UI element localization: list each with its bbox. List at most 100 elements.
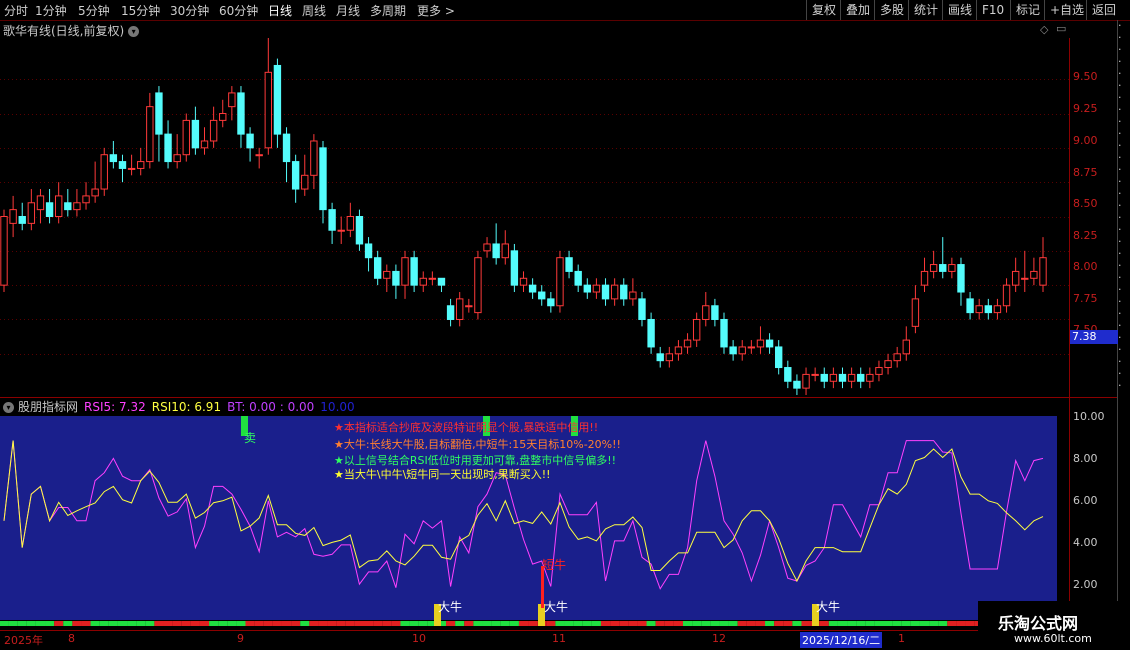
candle-body xyxy=(209,119,218,142)
state-bar xyxy=(692,621,702,626)
candle-body xyxy=(747,346,756,349)
candle-body xyxy=(100,154,108,190)
date-label: 10 xyxy=(412,632,426,645)
candle-body xyxy=(127,167,136,170)
state-bar xyxy=(938,621,948,626)
candle-body xyxy=(0,216,8,286)
candle-body xyxy=(601,284,610,300)
candle-body xyxy=(838,373,847,382)
rsi5-value: RSI5: 7.32 xyxy=(84,400,146,414)
state-bar xyxy=(847,621,857,626)
state-bar xyxy=(99,621,109,626)
state-bar xyxy=(354,621,365,626)
state-bar xyxy=(856,621,866,626)
state-bar xyxy=(828,621,838,626)
state-bar xyxy=(655,621,665,626)
candle-body xyxy=(419,277,427,286)
candle-body xyxy=(319,147,327,211)
big-bull-signal-label: 大牛 xyxy=(438,600,463,614)
candle-body xyxy=(337,229,345,232)
candle-body xyxy=(501,243,509,259)
candle-body xyxy=(993,305,1002,314)
state-bar xyxy=(737,621,747,626)
state-bar xyxy=(373,621,383,626)
price-tick: 8.50 xyxy=(1073,197,1098,210)
candle-body xyxy=(255,154,263,157)
state-bar xyxy=(765,621,775,626)
state-bar xyxy=(309,621,319,626)
candle-body xyxy=(54,195,63,217)
state-bar xyxy=(127,621,137,626)
state-bar xyxy=(172,621,182,626)
candle-body xyxy=(346,216,355,231)
candle-body xyxy=(729,346,737,355)
chevron-down-icon[interactable]: ▾ xyxy=(3,402,14,413)
state-bar xyxy=(446,621,456,626)
candle-body xyxy=(656,353,664,362)
candle-body xyxy=(538,291,546,300)
chart-area[interactable] xyxy=(0,0,1130,650)
candle-body xyxy=(401,257,409,286)
state-bar xyxy=(181,621,191,626)
state-bar xyxy=(801,621,811,626)
candle-body xyxy=(1039,257,1047,286)
candle-body xyxy=(27,202,36,224)
candle-body xyxy=(911,298,920,327)
candle-body xyxy=(984,305,993,314)
indicator-title[interactable]: ▾ 股朋指标网 RSI5: 7.32 RSI10: 6.91 BT: 0.00 : 0.… xyxy=(3,398,361,415)
candle-body xyxy=(73,202,81,211)
state-bar xyxy=(929,621,939,626)
state-bar xyxy=(646,621,656,626)
state-bar xyxy=(236,621,246,626)
state-bar xyxy=(682,621,693,626)
state-bar xyxy=(54,621,64,626)
price-tick: 8.75 xyxy=(1073,166,1098,179)
candle-body xyxy=(875,367,883,375)
state-bar xyxy=(400,621,410,626)
candle-body xyxy=(182,119,190,156)
state-bar xyxy=(819,621,829,626)
candle-body xyxy=(966,298,974,314)
state-bar xyxy=(746,621,756,626)
candle-body xyxy=(775,346,783,369)
candle-body xyxy=(373,257,382,279)
state-bar xyxy=(482,621,492,626)
state-bar xyxy=(391,621,401,626)
state-bar xyxy=(637,621,647,626)
state-bar xyxy=(783,621,793,626)
candle-body xyxy=(638,298,646,320)
state-bar xyxy=(281,621,292,626)
date-label: 1 xyxy=(898,632,905,645)
candle-body xyxy=(547,298,555,307)
indicator-tick: 4.00 xyxy=(1073,536,1098,549)
state-bar xyxy=(382,621,392,626)
candle-body xyxy=(118,161,127,169)
state-bar xyxy=(254,621,264,626)
state-bar xyxy=(555,621,565,626)
candle-body xyxy=(765,339,774,348)
candle-body xyxy=(246,133,254,149)
state-bar xyxy=(528,621,538,626)
candle-body xyxy=(902,339,910,355)
big-bull-signal-label: 大牛 xyxy=(816,600,841,614)
candle-body xyxy=(273,64,282,135)
state-bar xyxy=(910,621,920,626)
candle-body xyxy=(383,270,391,279)
date-label: 9 xyxy=(237,632,244,645)
candle-body xyxy=(920,270,929,286)
candle-body xyxy=(674,346,683,355)
state-bar xyxy=(774,621,784,626)
candle-body xyxy=(592,284,601,293)
candle-body xyxy=(328,209,336,231)
candle-body xyxy=(264,71,272,149)
big-bull-signal-label: 大牛 xyxy=(544,600,569,614)
state-bar xyxy=(518,621,529,626)
candle-body xyxy=(893,353,901,362)
candle-body xyxy=(237,92,245,135)
state-bar xyxy=(345,621,355,626)
candle-body xyxy=(428,277,437,280)
short-bull-signal-label: 短牛 xyxy=(542,558,567,572)
candle-body xyxy=(957,264,965,293)
candle-body xyxy=(683,339,692,348)
state-bar xyxy=(956,621,966,626)
